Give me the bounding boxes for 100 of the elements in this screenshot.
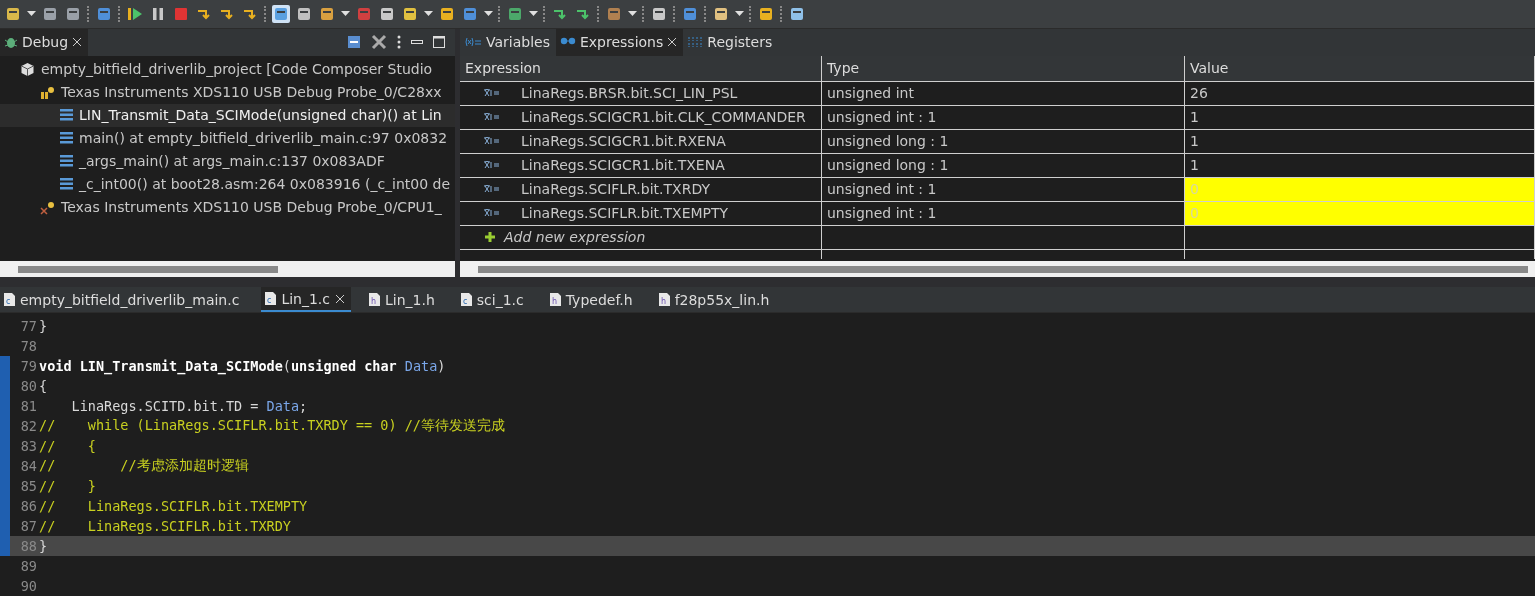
column-header[interactable]: Expression xyxy=(460,55,822,81)
tree-item[interactable]: empty_bitfield_driverlib_project [Code Composer Studio xyxy=(0,57,455,81)
code-line: // } xyxy=(39,478,96,494)
code-line: // LinaRegs.SCIFLR.bit.TXRDY xyxy=(39,518,291,534)
line-number: 90 xyxy=(19,578,37,594)
tree-item[interactable]: Texas Instruments XDS110 USB Debug Probe_0/C28xx xyxy=(0,80,455,104)
tree-item[interactable]: main() at empty_bitfield_driverlib_main.c:97 0x0832 xyxy=(0,126,455,150)
table-cell: 1 xyxy=(1185,153,1535,177)
view-tab[interactable]: Expressions xyxy=(556,28,684,56)
line-number: 89 xyxy=(19,558,37,574)
file-icon: c xyxy=(460,293,472,307)
file-icon: h xyxy=(549,293,561,307)
stack-frame-icon xyxy=(60,155,73,168)
editor-tab[interactable]: c sci_1.c xyxy=(456,287,546,312)
file-icon: c xyxy=(4,293,15,307)
target-icon xyxy=(40,84,55,100)
line-number: 88 xyxy=(19,538,37,554)
code-line: } xyxy=(39,318,48,334)
binary-icon xyxy=(687,36,704,49)
scrollbar-thumb[interactable] xyxy=(18,265,278,273)
debug-tab[interactable]: Debug xyxy=(0,28,89,56)
close-icon[interactable] xyxy=(72,37,83,48)
expression-icon xyxy=(484,161,500,170)
view-tab[interactable]: Variables xyxy=(460,28,556,56)
bug-icon xyxy=(4,35,18,50)
code-line: LinaRegs.SCITD.bit.TD = Data; xyxy=(70,398,308,414)
editor-tab[interactable]: c Lin_1.c xyxy=(261,287,351,312)
caret-icon[interactable] xyxy=(341,11,350,17)
editor-tab[interactable]: c empty_bitfield_driverlib_main.c xyxy=(0,287,262,312)
cube-icon xyxy=(20,61,35,77)
collapse-icon[interactable] xyxy=(347,35,361,50)
table-cell: LinaRegs.SCIFLR.bit.TXRDY xyxy=(460,177,822,201)
variable-icon xyxy=(464,37,482,48)
editor-tab[interactable]: h Lin_1.h xyxy=(365,287,457,312)
more-icon[interactable] xyxy=(397,35,401,50)
expression-icon xyxy=(484,185,500,194)
table-cell: 0 xyxy=(1185,177,1535,201)
tree-item[interactable]: _args_main() at args_main.c:137 0x083ADF xyxy=(0,149,455,173)
code-line: // while (LinaRegs.SCIFLR.bit.TXRDY == 0) //等待发送完成 xyxy=(39,417,505,435)
plus-icon xyxy=(484,231,496,244)
code-line: { xyxy=(39,378,48,394)
table-cell: unsigned int : 1 xyxy=(822,105,1185,129)
toolbar-icon[interactable] xyxy=(272,4,290,23)
table-cell: 1 xyxy=(1185,129,1535,153)
table-cell: 26 xyxy=(1185,81,1535,105)
line-number: 81 xyxy=(19,398,37,414)
tree-item[interactable]: Texas Instruments XDS110 USB Debug Probe_0/CPU1_ xyxy=(0,195,455,219)
code-line: } xyxy=(39,538,48,554)
line-number: 85 xyxy=(19,478,37,494)
view-tab[interactable]: Registers xyxy=(683,28,779,56)
table-cell: unsigned long : 1 xyxy=(822,153,1185,177)
table-cell: LinaRegs.SCIGCR1.bit.RXENA xyxy=(460,129,822,153)
table-cell: unsigned int xyxy=(822,81,1185,105)
column-header[interactable]: Type xyxy=(822,55,1185,81)
caret-icon[interactable] xyxy=(735,11,744,17)
code-line: void LIN_Transmit_Data_SCIMode(unsigned char Data) xyxy=(39,358,446,374)
file-icon: h xyxy=(658,293,670,307)
table-cell: 1 xyxy=(1185,105,1535,129)
column-header[interactable]: Value xyxy=(1185,55,1535,81)
line-number: 79 xyxy=(19,358,37,374)
table-cell: LinaRegs.SCIFLR.bit.TXEMPTY xyxy=(460,201,822,225)
stack-frame-icon xyxy=(60,132,73,145)
close-icon[interactable] xyxy=(667,37,678,48)
table-cell: LinaRegs.SCIGCR1.bit.CLK_COMMANDER xyxy=(460,105,822,129)
remove-all-icon[interactable] xyxy=(371,34,387,51)
expression-icon xyxy=(484,137,500,146)
table-cell: unsigned long : 1 xyxy=(822,129,1185,153)
code-line: // //考虑添加超时逻辑 xyxy=(39,457,249,475)
line-number: 87 xyxy=(19,518,37,534)
caret-icon[interactable] xyxy=(424,11,433,17)
minimize-icon[interactable] xyxy=(411,40,423,45)
editor-tab[interactable]: h f28p55x_lin.h xyxy=(654,287,792,312)
expression-icon xyxy=(484,113,500,122)
tree-item[interactable]: LIN_Transmit_Data_SCIMode(unsigned char)() at Lin xyxy=(0,103,455,127)
caret-icon[interactable] xyxy=(628,11,637,17)
maximize-icon[interactable] xyxy=(433,36,445,49)
tree-item[interactable]: _c_int00() at boot28.asm:264 0x083916 (_c_int00 de xyxy=(0,172,455,196)
editor-tab[interactable]: h Typedef.h xyxy=(545,287,655,312)
add-expression-button[interactable]: Add new expression xyxy=(460,225,822,249)
line-number: 82 xyxy=(19,418,37,434)
code-line: // LinaRegs.SCIFLR.bit.TXEMPTY xyxy=(39,498,308,514)
line-number: 84 xyxy=(19,458,37,474)
file-icon: c xyxy=(265,292,277,306)
table-cell: LinaRegs.BRSR.bit.SCI_LIN_PSL xyxy=(460,81,822,105)
line-number: 78 xyxy=(19,338,37,354)
caret-icon[interactable] xyxy=(27,11,36,17)
line-number: 80 xyxy=(19,378,37,394)
line-number: 86 xyxy=(19,498,37,514)
file-icon: h xyxy=(369,293,380,307)
stack-frame-icon xyxy=(60,109,73,122)
target-icon xyxy=(40,199,55,215)
scrollbar-thumb[interactable] xyxy=(478,265,1528,273)
line-number: 77 xyxy=(19,318,37,334)
caret-icon[interactable] xyxy=(529,11,538,17)
close-icon[interactable] xyxy=(335,293,345,304)
line-number: 83 xyxy=(19,438,37,454)
expression-icon xyxy=(484,209,500,218)
expression-icon xyxy=(484,89,500,98)
table-cell: LinaRegs.SCIGCR1.bit.TXENA xyxy=(460,153,822,177)
caret-icon[interactable] xyxy=(484,11,493,17)
